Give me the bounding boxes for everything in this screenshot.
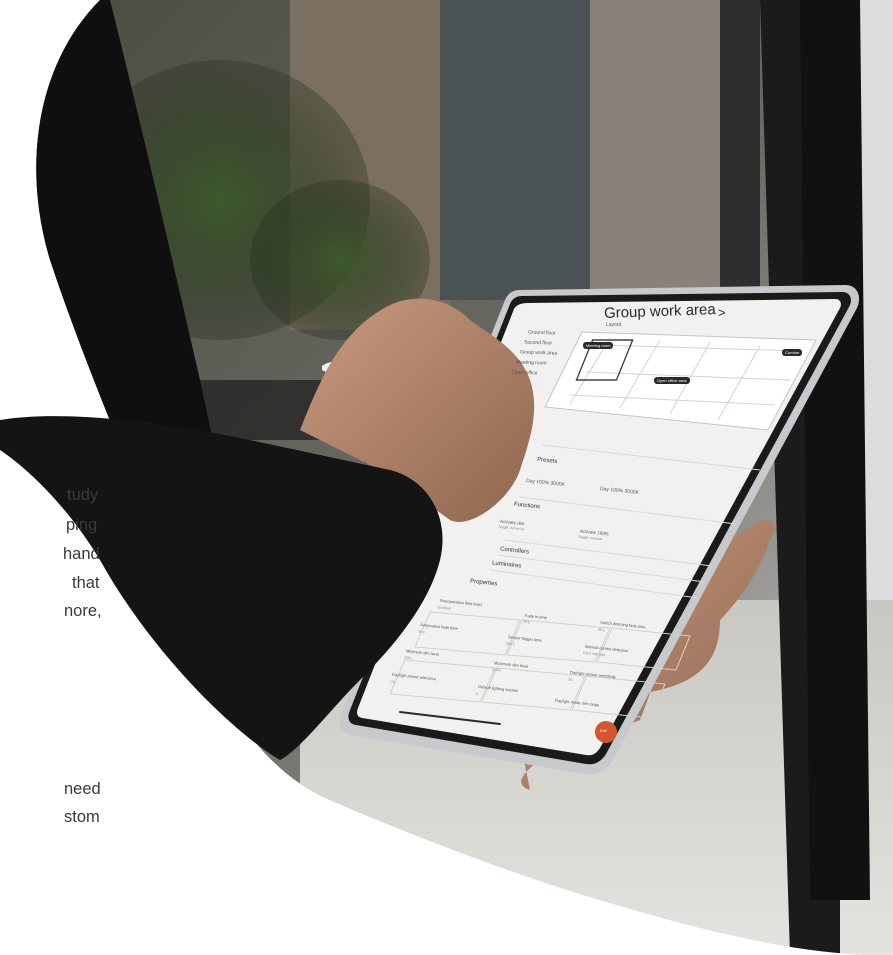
property-12[interactable]: Daylight mode dim range [555, 698, 600, 708]
property-6-value: Don't interrupt [582, 650, 606, 658]
section-controllers[interactable]: Controllers [500, 546, 529, 555]
preset-2[interactable]: Day 100% 3000K [600, 486, 639, 496]
property-11-value: 0 [475, 691, 479, 697]
property-2[interactable]: Fade in time [525, 613, 547, 620]
app-title: Group work area [603, 301, 716, 322]
property-8-value: 100% [491, 667, 502, 673]
property-9[interactable]: Daylight sensor sensitivity [570, 670, 616, 680]
property-9-value: 3% [567, 677, 574, 683]
sidebar-item-meeting-room[interactable]: Meeting room [516, 359, 547, 366]
layout-section-label[interactable]: Layout [606, 322, 621, 328]
property-4[interactable]: Automation fade time [420, 622, 458, 631]
property-5-value: 900 s [505, 641, 515, 647]
app-title-suffix[interactable]: > [718, 305, 726, 320]
property-3-value: 00 s [597, 627, 605, 633]
function-2-sub: Toggle: Inactive [577, 534, 603, 542]
property-7-value: 10% [403, 655, 412, 661]
sidebar-item-ground-floor[interactable]: Ground floor [528, 330, 556, 337]
property-10[interactable]: Daylight preset tolerance [392, 672, 437, 682]
property-3[interactable]: Switch dimming fade time [600, 620, 646, 630]
tablet-screen-labels: Group work area > Ground floor Second fl… [0, 0, 893, 955]
property-2-value: 10 s [522, 619, 530, 625]
section-functions[interactable]: Functions [514, 502, 541, 511]
map-tag-open-office[interactable]: Open office area [654, 377, 690, 384]
property-10-value: 1% [389, 679, 396, 685]
map-tag-corridor[interactable]: Corridor [782, 349, 803, 356]
property-4-value: 30 s [417, 629, 425, 635]
preset-1[interactable]: Day 100% 3000K [526, 478, 565, 488]
property-11[interactable]: Default lighting scenes [478, 684, 519, 693]
section-luminaires[interactable]: Luminaires [492, 560, 522, 569]
sidebar-item-second-floor[interactable]: Second floor [524, 340, 552, 347]
fab-edit-button[interactable]: Edit [600, 728, 607, 733]
section-presets[interactable]: Presets [537, 457, 558, 465]
map-tag-meeting-room[interactable]: Meeting room [583, 342, 614, 349]
sidebar-item-open-office[interactable]: Open office [512, 370, 538, 377]
section-properties[interactable]: Properties [470, 579, 498, 588]
property-1-value: Enabled [437, 605, 452, 611]
sidebar-item-group-work-area[interactable]: Group work area [520, 349, 557, 356]
